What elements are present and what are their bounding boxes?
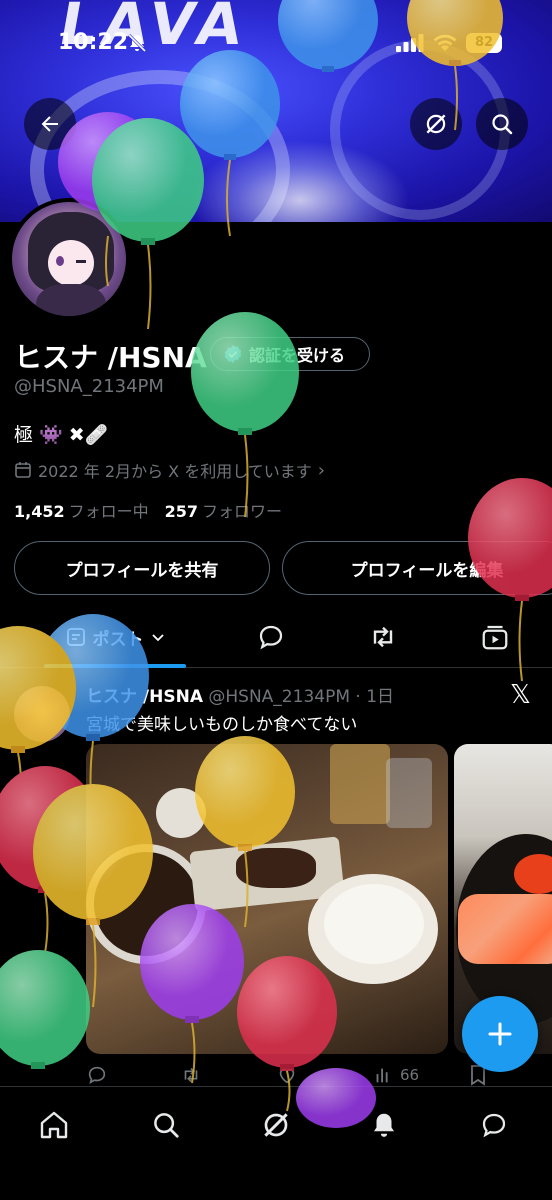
post-author-name[interactable]: ヒスナ /HSNA (86, 687, 203, 707)
balloon-red-left (0, 766, 99, 954)
nav-home[interactable] (34, 1105, 74, 1145)
search-icon (154, 1113, 179, 1138)
views-count: 66 (400, 1066, 420, 1084)
nav-notifications[interactable] (364, 1105, 404, 1145)
repost-icon (184, 1067, 198, 1083)
messages-icon (482, 1113, 506, 1138)
video-icon (482, 625, 508, 650)
verified-badge-icon (224, 345, 242, 363)
photo-glass (330, 744, 390, 824)
balloon-green-bottom (0, 950, 90, 1069)
home-icon (40, 1111, 68, 1139)
profile-tabs: ポスト (0, 606, 552, 668)
tab-reposts[interactable] (352, 606, 414, 668)
followers-link[interactable]: 257 フォロワー (165, 498, 282, 522)
grok-button[interactable] (410, 98, 462, 150)
reply-icon (88, 1066, 106, 1085)
photo-glass-2 (386, 758, 432, 828)
nav-messages[interactable] (474, 1105, 514, 1145)
photo-meat (236, 848, 316, 888)
photo-cup (156, 788, 206, 838)
photo-salmon (458, 894, 552, 964)
tab-media[interactable] (464, 606, 526, 668)
joined-date-text: 2022 年 2月から X を利用しています (38, 462, 312, 481)
status-time: 10:22 (58, 30, 129, 55)
repost-action[interactable] (180, 1064, 202, 1086)
post-text: 宮城で美味しいものしか食べてない (86, 715, 358, 735)
tab-posts[interactable]: ポスト (44, 606, 186, 668)
tab-posts-label: ポスト (92, 629, 144, 650)
grok-icon (426, 114, 446, 134)
reply-icon (259, 625, 283, 650)
avatar-eye (56, 256, 64, 266)
status-bar: 10:22 82 (0, 28, 552, 62)
wifi-icon (433, 34, 457, 51)
x-logo-icon: 𝕏 (510, 680, 531, 710)
post-meta: @HSNA_2134PM · 1日 (208, 687, 395, 707)
profile-bio: 極 👾 ✖🩹 (14, 424, 109, 446)
post-header: ヒスナ /HSNA @HSNA_2134PM · 1日 (86, 682, 394, 707)
like-action[interactable] (276, 1064, 298, 1086)
search-button[interactable] (476, 98, 528, 150)
profile-name: ヒスナ /HSNA (14, 341, 207, 374)
silent-mode-icon (127, 33, 147, 53)
repost-icon (373, 626, 393, 648)
plus-icon (488, 1022, 512, 1046)
joined-date: 2022 年 2月から X を利用しています › (14, 458, 325, 482)
nav-grok[interactable] (256, 1105, 296, 1145)
photo-rice (324, 884, 424, 964)
search-icon (492, 114, 513, 135)
photo-curry-bowl (86, 844, 206, 964)
back-arrow-icon (41, 116, 58, 132)
avatar-body (36, 284, 106, 316)
get-verified-label: 認証を受ける (249, 346, 346, 365)
edit-profile-button[interactable]: プロフィールを編集 (282, 541, 552, 595)
calendar-icon (15, 462, 31, 478)
bottom-navigation (0, 1086, 552, 1200)
compose-fab-button[interactable] (462, 996, 538, 1072)
heart-icon (279, 1068, 295, 1084)
reply-action[interactable] (86, 1064, 108, 1086)
avatar-wink (76, 260, 86, 263)
analytics-icon (376, 1068, 388, 1083)
posts-tab-icon (66, 628, 85, 646)
post-photo-gyutan[interactable] (86, 744, 448, 1054)
following-link[interactable]: 1,452 フォロー中 (14, 498, 149, 522)
battery-indicator: 82 (466, 33, 502, 53)
back-button[interactable] (24, 98, 76, 150)
nav-search[interactable] (146, 1105, 186, 1145)
share-profile-button[interactable]: プロフィールを共有 (14, 541, 270, 595)
chevron-right-icon[interactable]: › (318, 460, 325, 481)
chevron-down-icon (151, 634, 164, 642)
grok-icon (264, 1113, 288, 1137)
get-verified-button[interactable]: 認証を受ける (210, 337, 370, 371)
profile-avatar[interactable] (8, 198, 130, 320)
active-tab-indicator (44, 664, 186, 668)
post-author-avatar[interactable] (14, 686, 70, 742)
cellular-signal-icon (396, 34, 424, 52)
views-action[interactable]: 66 (372, 1064, 419, 1086)
avatar-face (48, 240, 94, 286)
tab-replies[interactable] (240, 606, 302, 668)
follow-stats: 1,452 フォロー中 257 フォロワー (14, 498, 282, 522)
notifications-icon (374, 1113, 394, 1137)
profile-handle: @HSNA_2134PM (14, 376, 164, 397)
